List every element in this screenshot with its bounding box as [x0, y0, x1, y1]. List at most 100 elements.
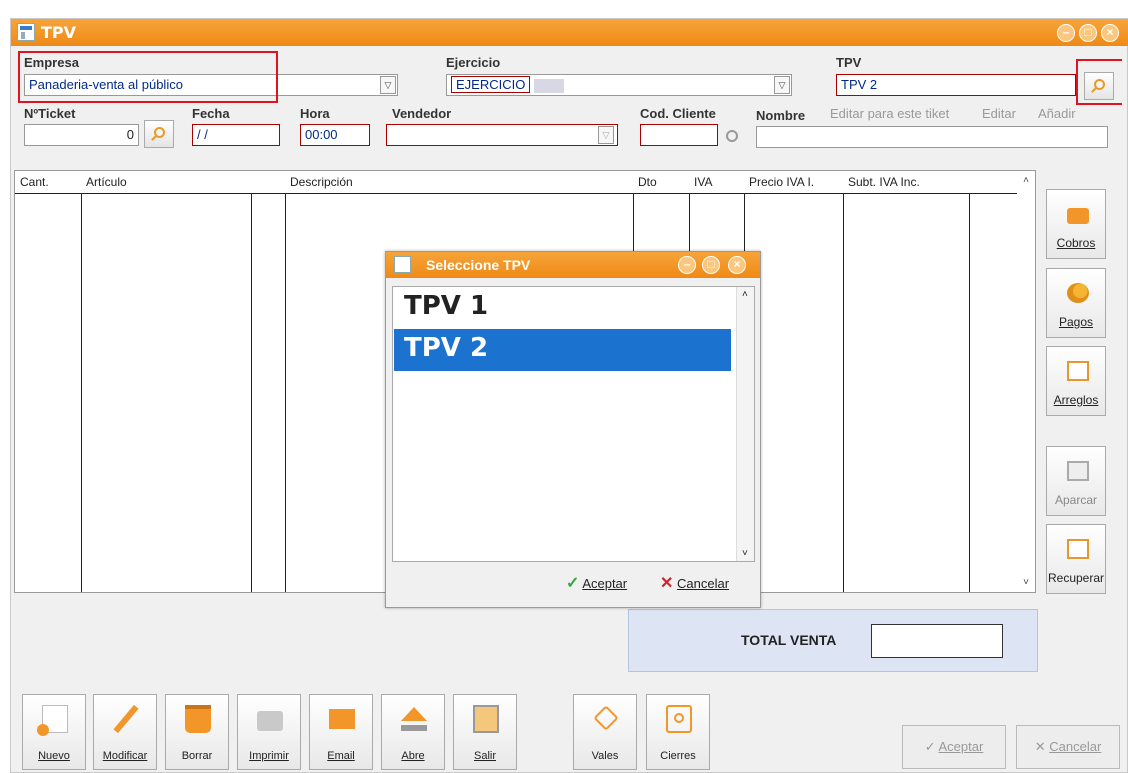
cobros-button[interactable]: Cobros: [1046, 189, 1106, 259]
col-articulo: Artículo: [86, 175, 127, 189]
ticket-search-button[interactable]: [144, 120, 174, 148]
eject-icon: [401, 705, 427, 733]
dialog-minimize-icon[interactable]: –: [678, 256, 696, 274]
anadir-link[interactable]: Añadir: [1038, 106, 1076, 121]
modificar-button[interactable]: Modificar: [93, 694, 157, 770]
pencil-icon: [113, 704, 139, 734]
tpv-search-highlight: [1076, 59, 1122, 105]
wrench-icon: [1067, 361, 1089, 381]
vales-button[interactable]: Vales: [573, 694, 637, 770]
dialog-title-bar[interactable]: Seleccione TPV – □ ×: [386, 252, 760, 278]
grid-col-divider: [251, 193, 252, 592]
grid-scroll-down-icon[interactable]: ˅: [1023, 577, 1029, 588]
total-value: [871, 624, 1003, 658]
list-scroll-up-icon[interactable]: ˄: [742, 289, 748, 300]
window-title: TPV: [41, 23, 77, 42]
ejercicio-year-blurred: [533, 78, 564, 93]
tpv-list[interactable]: TPV 1 TPV 2 ˄ ˅: [392, 286, 755, 562]
list-item-tpv2[interactable]: TPV 2: [394, 329, 731, 371]
cod-cliente-label: Cod. Cliente: [640, 106, 716, 121]
new-doc-icon: [37, 705, 68, 736]
col-precio: Precio IVA I.: [749, 175, 815, 189]
cod-cliente-field[interactable]: [640, 124, 718, 146]
calendar-icon: [1067, 461, 1089, 481]
editar-tiket-link[interactable]: Editar para este tiket: [830, 106, 949, 121]
imprimir-button[interactable]: Imprimir: [237, 694, 301, 770]
list-item-tpv1[interactable]: TPV 1: [394, 287, 731, 329]
select-tpv-dialog: Seleccione TPV – □ × TPV 1 TPV 2 ˄ ˅ ✓ A…: [385, 251, 761, 608]
nuevo-button[interactable]: Nuevo: [22, 694, 86, 770]
dialog-close-icon[interactable]: ×: [728, 256, 746, 274]
footer-aceptar-button[interactable]: ✓ Aceptar: [902, 725, 1006, 769]
col-iva: IVA: [694, 175, 713, 189]
vendedor-dropdown-icon[interactable]: ▽: [598, 126, 614, 144]
dialog-app-icon: [394, 256, 411, 273]
abre-button[interactable]: Abre: [381, 694, 445, 770]
nticket-label: NºTicket: [24, 106, 76, 121]
empresa-highlight: [18, 51, 278, 103]
grid-col-divider: [969, 193, 970, 592]
list-scrollbar[interactable]: ˄ ˅: [736, 287, 754, 561]
fecha-label: Fecha: [192, 106, 230, 121]
printer-icon: [257, 711, 283, 731]
total-panel: TOTAL VENTA: [628, 609, 1038, 672]
vendedor-label: Vendedor: [392, 106, 452, 121]
col-subtotal: Subt. IVA Inc.: [848, 175, 920, 189]
tag-icon: [593, 705, 619, 733]
ejercicio-value: EJERCICIO: [451, 76, 531, 93]
dialog-maximize-icon[interactable]: □: [702, 256, 720, 274]
footer-cancelar-button[interactable]: ✕ Cancelar: [1016, 725, 1120, 769]
col-cant: Cant.: [20, 175, 49, 189]
cliente-search-icon[interactable]: [726, 130, 738, 142]
x-icon: ✕: [1034, 739, 1046, 754]
dialog-aceptar-button[interactable]: ✓ Aceptar: [566, 573, 627, 593]
ejercicio-select[interactable]: EJERCICIO: [446, 74, 792, 96]
salir-button[interactable]: Salir: [453, 694, 517, 770]
power-icon: [666, 705, 692, 733]
empresa-dropdown-icon[interactable]: ▽: [380, 76, 396, 94]
briefcase-icon: [1067, 208, 1089, 224]
grid-scroll-up-icon[interactable]: ˄: [1023, 175, 1029, 186]
door-icon: [473, 705, 499, 733]
title-bar[interactable]: TPV – □ ×: [11, 19, 1128, 46]
vendedor-select[interactable]: [386, 124, 618, 146]
ejercicio-label: Ejercicio: [446, 55, 501, 70]
grid-header-divider: [15, 193, 1017, 194]
list-scroll-down-icon[interactable]: ˅: [742, 548, 748, 559]
cierres-button[interactable]: Cierres: [646, 694, 710, 770]
email-button[interactable]: Email: [309, 694, 373, 770]
nombre-label: Nombre: [756, 108, 806, 123]
arreglos-button[interactable]: Arreglos: [1046, 346, 1106, 416]
trash-icon: [185, 705, 211, 733]
x-icon: ✕: [660, 575, 674, 592]
grid-col-divider: [285, 193, 286, 592]
recover-icon: [1067, 539, 1089, 559]
tpv-label: TPV: [836, 55, 862, 70]
hora-label: Hora: [300, 106, 330, 121]
check-icon: ✓: [924, 739, 936, 754]
tpv-field[interactable]: TPV 2: [836, 74, 1076, 96]
fecha-field[interactable]: / /: [192, 124, 280, 146]
ejercicio-dropdown-icon[interactable]: ▽: [774, 76, 790, 94]
dialog-title: Seleccione TPV: [426, 257, 531, 273]
maximize-icon[interactable]: □: [1079, 24, 1097, 42]
email-icon: [329, 709, 355, 729]
app-icon: [17, 23, 35, 41]
editar-link[interactable]: Editar: [982, 106, 1016, 121]
grid-col-divider: [81, 193, 82, 592]
aparcar-button[interactable]: Aparcar: [1046, 446, 1106, 516]
minimize-icon[interactable]: –: [1057, 24, 1075, 42]
nombre-field[interactable]: [756, 126, 1108, 148]
total-label: TOTAL VENTA: [741, 632, 837, 648]
dialog-cancelar-button[interactable]: ✕ Cancelar: [660, 573, 729, 593]
col-dto: Dto: [638, 175, 657, 189]
grid-col-divider: [843, 193, 844, 592]
nticket-field[interactable]: 0: [24, 124, 139, 146]
pagos-button[interactable]: Pagos: [1046, 268, 1106, 338]
hora-field[interactable]: 00:00: [300, 124, 370, 146]
recuperar-button[interactable]: Recuperar: [1046, 524, 1106, 594]
borrar-button[interactable]: Borrar: [165, 694, 229, 770]
col-descripcion: Descripción: [290, 175, 353, 189]
close-icon[interactable]: ×: [1101, 24, 1119, 42]
coins-icon: [1067, 283, 1089, 303]
